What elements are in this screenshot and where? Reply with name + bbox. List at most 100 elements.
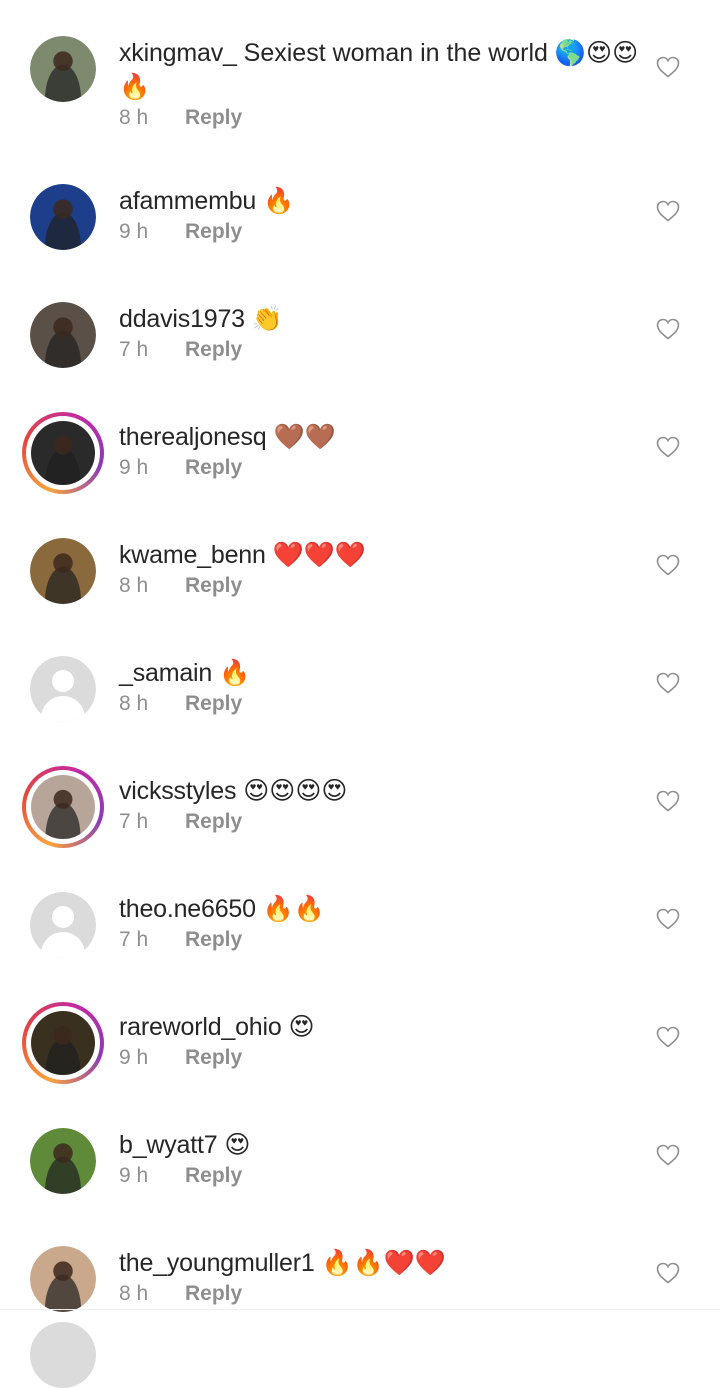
reply-button[interactable]: Reply (185, 456, 242, 479)
comment-meta: 8 h Reply (119, 1280, 242, 1308)
reply-button[interactable]: Reply (185, 1046, 242, 1069)
comment-username[interactable]: theo.ne6650 (119, 895, 256, 923)
like-heart-icon[interactable] (656, 672, 680, 694)
avatar-frame (30, 1246, 96, 1312)
comment-text: 🔥 (263, 187, 295, 215)
avatar[interactable] (30, 656, 96, 722)
comment-username[interactable]: therealjonesq (119, 423, 267, 451)
comment-text: 😍😍😍😍 (243, 777, 348, 805)
comment-body: therealjonesq 🤎🤎 (119, 420, 639, 454)
avatar[interactable] (22, 412, 104, 494)
like-heart-icon[interactable] (656, 318, 680, 340)
comment-text: 🔥🔥 (262, 895, 326, 923)
avatar[interactable] (30, 1128, 96, 1194)
comment-timestamp: 7 h (119, 928, 149, 951)
comment-body: afammembu 🔥 (119, 184, 639, 218)
comment-username[interactable]: the_youngmuller1 (119, 1249, 315, 1277)
default-avatar-icon (30, 656, 96, 722)
divider (0, 1309, 720, 1310)
comment-item: _samain 🔥 8 h Reply (0, 652, 720, 770)
comment-body: vicksstyles 😍😍😍😍 (119, 774, 639, 808)
comment-text: 👏 (251, 305, 283, 333)
reply-button[interactable]: Reply (185, 692, 242, 715)
like-heart-icon[interactable] (656, 1262, 680, 1284)
like-heart-icon[interactable] (656, 436, 680, 458)
reply-button[interactable]: Reply (185, 1164, 242, 1187)
avatar-frame (30, 892, 96, 958)
like-heart-icon[interactable] (656, 1026, 680, 1048)
comment-username[interactable]: _samain (119, 659, 212, 687)
comment-timestamp: 8 h (119, 692, 149, 715)
comment-username[interactable]: kwame_benn (119, 541, 266, 569)
comment-meta: 8 h Reply (119, 690, 242, 718)
comment-item: vicksstyles 😍😍😍😍 7 h Reply (0, 766, 720, 888)
comment-username[interactable]: rareworld_ohio (119, 1013, 282, 1041)
avatar-photo (31, 1011, 95, 1075)
avatar[interactable] (30, 184, 96, 250)
reply-button[interactable]: Reply (185, 106, 242, 129)
reply-button[interactable]: Reply (185, 928, 242, 951)
comment-meta: 8 h Reply (119, 572, 242, 600)
avatar[interactable] (30, 36, 96, 102)
comment-text: 😍 (224, 1131, 251, 1159)
comment-meta: 9 h Reply (119, 218, 242, 246)
comment-timestamp: 8 h (119, 574, 149, 597)
story-ring (22, 766, 104, 848)
comment-username[interactable]: xkingmav_ (119, 39, 237, 67)
avatar-frame (30, 302, 96, 368)
comment-text: 🔥🔥❤️❤️ (321, 1249, 447, 1277)
avatar[interactable] (30, 1322, 96, 1388)
avatar[interactable] (22, 1002, 104, 1084)
comment-item: afammembu 🔥 9 h Reply (0, 180, 720, 298)
avatar[interactable] (22, 766, 104, 848)
reply-button[interactable]: Reply (185, 338, 242, 361)
like-heart-icon[interactable] (656, 56, 680, 78)
comment-username[interactable]: vicksstyles (119, 777, 236, 805)
comment-meta: 7 h Reply (119, 926, 242, 954)
story-ring (22, 412, 104, 494)
comment-meta: 7 h Reply (119, 808, 242, 836)
reply-button[interactable]: Reply (185, 1282, 242, 1305)
comment-body: ddavis1973 👏 (119, 302, 639, 336)
comment-username[interactable]: ddavis1973 (119, 305, 245, 333)
reply-button[interactable]: Reply (185, 220, 242, 243)
comment-meta: 8 h Reply (119, 104, 242, 132)
avatar-frame (30, 656, 96, 722)
comment-body: rareworld_ohio 😍 (119, 1010, 639, 1044)
comment-text: ❤️❤️❤️ (272, 541, 367, 569)
comment-meta: 9 h Reply (119, 1162, 242, 1190)
comment-timestamp: 7 h (119, 338, 149, 361)
avatar[interactable] (30, 302, 96, 368)
default-avatar-icon (30, 892, 96, 958)
comment-body: the_youngmuller1 🔥🔥❤️❤️ (119, 1246, 639, 1280)
avatar[interactable] (30, 538, 96, 604)
comment-item: theo.ne6650 🔥🔥 7 h Reply (0, 888, 720, 1006)
like-heart-icon[interactable] (656, 908, 680, 930)
reply-button[interactable]: Reply (185, 810, 242, 833)
comment-item: ddavis1973 👏 7 h Reply (0, 298, 720, 416)
comment-username[interactable]: afammembu (119, 187, 256, 215)
comment-text: 😍 (288, 1013, 315, 1041)
avatar-photo (31, 775, 95, 839)
avatar-frame (30, 1128, 96, 1194)
comment-text: 🔥 (219, 659, 251, 687)
like-heart-icon[interactable] (656, 554, 680, 576)
avatar-photo (30, 36, 96, 102)
avatar-frame (30, 36, 96, 102)
like-heart-icon[interactable] (656, 790, 680, 812)
comment-timestamp: 7 h (119, 810, 149, 833)
comment-timestamp: 8 h (119, 1282, 149, 1305)
like-heart-icon[interactable] (656, 1144, 680, 1166)
like-heart-icon[interactable] (656, 200, 680, 222)
comment-timestamp: 9 h (119, 456, 149, 479)
comment-body: b_wyatt7 😍 (119, 1128, 639, 1162)
avatar[interactable] (30, 1246, 96, 1312)
avatar-frame (30, 184, 96, 250)
comment-meta: 9 h Reply (119, 454, 242, 482)
reply-button[interactable]: Reply (185, 574, 242, 597)
comment-username[interactable]: b_wyatt7 (119, 1131, 218, 1159)
avatar[interactable] (30, 892, 96, 958)
comment-meta: 7 h Reply (119, 336, 242, 364)
comment-body: theo.ne6650 🔥🔥 (119, 892, 639, 926)
avatar-photo (30, 538, 96, 604)
